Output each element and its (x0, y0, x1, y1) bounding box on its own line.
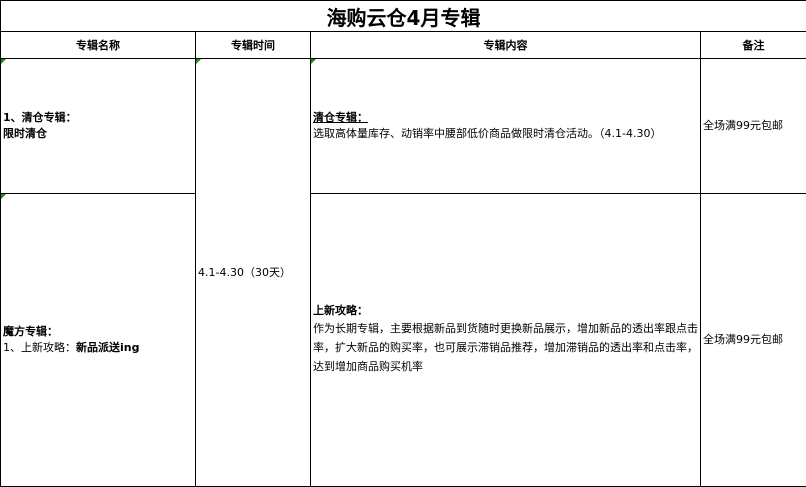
content-heading: 上新攻略： (313, 304, 368, 318)
content-heading: 清仓专辑： (313, 111, 368, 124)
album-name-line2: 1、上新攻略：新品派送ing (3, 340, 193, 356)
album-name-cell[interactable]: 魔方专辑： 1、上新攻略：新品派送ing (0, 192, 196, 487)
spreadsheet-table: 海购云仓4月专辑 专辑名称 专辑时间 专辑内容 备注 1、清仓专辑： 限时清仓 … (0, 0, 806, 487)
album-name-cell[interactable]: 1、清仓专辑： 限时清仓 (0, 58, 196, 194)
title-row: 海购云仓4月专辑 (0, 0, 806, 33)
album-name-line1: 1、清仓专辑： (3, 111, 77, 124)
header-note[interactable]: 备注 (699, 31, 806, 60)
header-album-content[interactable]: 专辑内容 (310, 31, 701, 60)
album-name-line2: 限时清仓 (3, 127, 47, 140)
content-body: 作为长期专辑，主要根据新品到货随时更换新品展示，增加新品的透出率跟点击率，扩大新… (313, 322, 698, 374)
content-body: 选取高体量库存、动销率中腰部低价商品做限时清仓活动。（4.1-4.30） (313, 127, 662, 140)
album-name-line2-bold: 新品派送ing (76, 340, 140, 354)
header-row: 专辑名称 专辑时间 专辑内容 备注 (0, 31, 806, 60)
header-album-time[interactable]: 专辑时间 (195, 31, 311, 60)
album-name-line2-prefix: 1、上新攻略： (3, 340, 76, 354)
album-content-cell[interactable]: 清仓专辑： 选取高体量库存、动销率中腰部低价商品做限时清仓活动。（4.1-4.3… (310, 58, 701, 194)
note-cell[interactable]: 全场满99元包邮 (699, 58, 806, 194)
table-row: 1、清仓专辑： 限时清仓 4.1-4.30（30天） 清仓专辑： 选取高体量库存… (0, 58, 806, 487)
album-content-cell[interactable]: 上新攻略： 作为长期专辑，主要根据新品到货随时更换新品展示，增加新品的透出率跟点… (310, 192, 701, 487)
album-time-cell[interactable]: 4.1-4.30（30天） (195, 58, 311, 487)
album-name-line1: 魔方专辑： (3, 324, 58, 338)
table-row: 魔方专辑： 1、上新攻略：新品派送ing 上新攻略： 作为长期专辑，主要根据新品… (0, 192, 806, 487)
note-cell[interactable]: 全场满99元包邮 (699, 192, 806, 487)
sheet-title[interactable]: 海购云仓4月专辑 (0, 0, 806, 33)
header-album-name[interactable]: 专辑名称 (0, 31, 196, 60)
